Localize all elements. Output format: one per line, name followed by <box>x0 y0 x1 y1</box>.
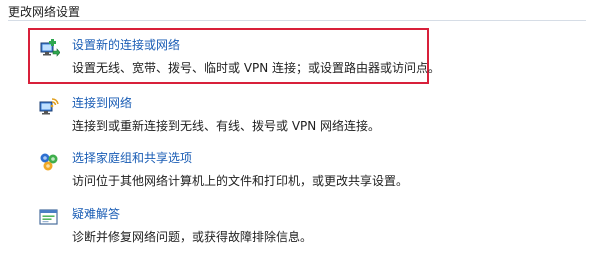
change-network-settings-header: 更改网络设置 <box>8 5 81 19</box>
troubleshoot-description: 诊断并修复网络问题，或获得故障排除信息。 <box>72 230 313 244</box>
task-setup-connection: 设置新的连接或网络 设置无线、宽带、拨号、临时或 VPN 连接；或设置路由器或访… <box>38 34 440 86</box>
task-homegroup-sharing: 选择家庭组和共享选项 访问位于其他网络计算机上的文件和打印机，或更改共享设置。 <box>38 147 428 199</box>
task-troubleshoot: 疑难解答 诊断并修复网络问题，或获得故障排除信息。 <box>38 203 428 255</box>
connect-network-link[interactable]: 连接到网络 <box>72 94 132 111</box>
homegroup-sharing-description: 访问位于其他网络计算机上的文件和打印机，或更改共享设置。 <box>72 174 409 188</box>
setup-connection-link[interactable]: 设置新的连接或网络 <box>72 36 180 53</box>
task-connect-network: 连接到网络 连接到或重新连接到无线、有线、拨号或 VPN 网络连接。 <box>38 92 428 144</box>
homegroup-icon <box>38 151 60 173</box>
homegroup-sharing-link[interactable]: 选择家庭组和共享选项 <box>72 149 192 166</box>
section-divider <box>8 20 586 21</box>
connect-network-description: 连接到或重新连接到无线、有线、拨号或 VPN 网络连接。 <box>72 119 381 133</box>
troubleshoot-icon <box>38 207 60 229</box>
connect-network-icon <box>38 96 60 118</box>
setup-connection-description: 设置无线、宽带、拨号、临时或 VPN 连接；或设置路由器或访问点。 <box>72 61 441 75</box>
troubleshoot-link[interactable]: 疑难解答 <box>72 205 120 222</box>
network-setup-icon <box>38 38 61 60</box>
